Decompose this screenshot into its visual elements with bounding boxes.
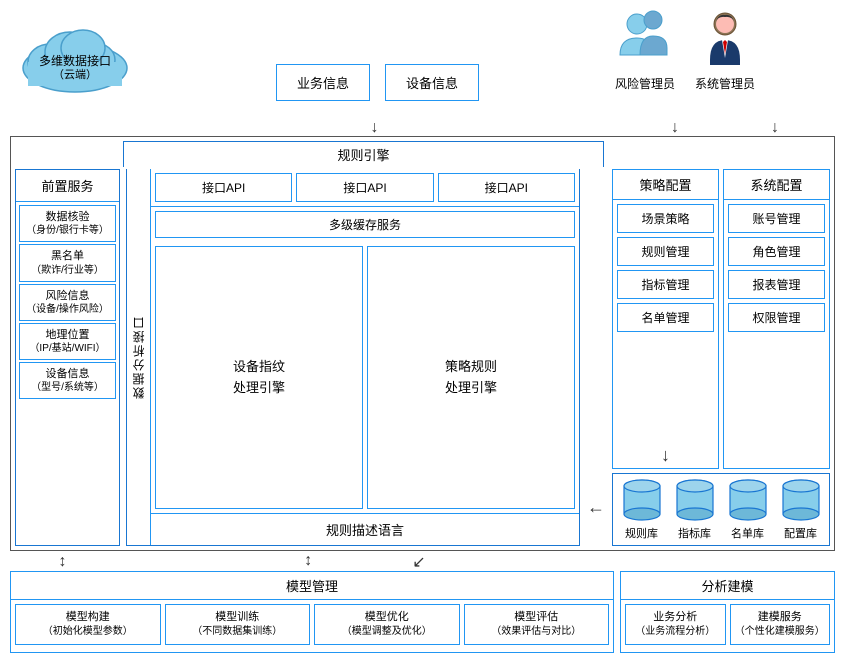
- strategy-item-0: 场景策略: [617, 204, 714, 233]
- system-config: 系统配置 账号管理 角色管理 报表管理 权限管理: [723, 169, 830, 469]
- api-box-0: 接口API: [155, 173, 292, 202]
- system-item-3: 权限管理: [728, 303, 825, 332]
- rule-engine-content: 接口API 接口API 接口API 多级缓存服务: [151, 169, 579, 545]
- rule-engine-area: 规则引擎: [123, 141, 604, 167]
- model-mgmt-title: 模型管理: [11, 572, 613, 600]
- db-label-1: 指标库: [678, 525, 711, 541]
- api-box-1: 接口API: [296, 173, 433, 202]
- model-mgmt: 模型管理 模型构建 （初始化模型参数） 模型训练 （不同数据集训练） 模型优化 …: [10, 571, 614, 653]
- service-item-2: 风险信息 （设备/操作风险）: [19, 284, 116, 321]
- front-service-panel: 前置服务 数据核验 （身份/银行卡等） 黑名单 （欺诈/行业等） 风险信息: [15, 169, 120, 546]
- admins-area: 风险管理员: [615, 10, 835, 92]
- model-item-1: 模型训练 （不同数据集训练）: [165, 604, 311, 645]
- risk-admin-icon: [615, 10, 675, 75]
- strategy-engine-box: 策略规则处理引擎: [367, 246, 575, 509]
- strategy-config-title: 策略配置: [613, 170, 718, 200]
- right-section: 策略配置 场景策略 规则管理 指标管理 名单管理 ↓: [612, 169, 830, 546]
- system-admin-icon: [700, 10, 750, 75]
- system-item-1: 角色管理: [728, 237, 825, 266]
- rule-engine-title: 规则引擎: [123, 141, 604, 167]
- database-row: 规则库 指标库: [612, 473, 830, 546]
- service-item-1: 黑名单 （欺诈/行业等）: [19, 244, 116, 281]
- model-item-0: 模型构建 （初始化模型参数）: [15, 604, 161, 645]
- center-right-arrow: ←: [586, 169, 606, 546]
- service-item-4: 设备信息 （型号/系统等）: [19, 362, 116, 399]
- system-admin: 系统管理员: [695, 10, 755, 92]
- cache-service-box: 多级缓存服务: [155, 211, 575, 238]
- db-cylinder-0: [621, 478, 663, 523]
- cloud-icon: 多维数据接口 （云端）: [15, 10, 135, 95]
- strategy-config-items: 场景策略 规则管理 指标管理 名单管理: [613, 200, 718, 443]
- rule-dsl-box: 规则描述语言: [151, 513, 579, 545]
- system-item-2: 报表管理: [728, 270, 825, 299]
- strategy-config: 策略配置 场景策略 规则管理 指标管理 名单管理 ↓: [612, 169, 719, 469]
- engines-row: 设备指纹处理引擎 策略规则处理引擎: [151, 242, 579, 513]
- strategy-item-1: 规则管理: [617, 237, 714, 266]
- db-cylinder-3: [780, 478, 822, 523]
- model-items: 模型构建 （初始化模型参数） 模型训练 （不同数据集训练） 模型优化 （模型调整…: [11, 600, 613, 649]
- api-box-2: 接口API: [438, 173, 575, 202]
- info-area: 业务信息 设备信息: [150, 10, 605, 120]
- system-config-title: 系统配置: [724, 170, 829, 200]
- main-arch: 规则引擎 前置服务 数据核验 （身份/银行卡等）: [10, 136, 835, 551]
- db-item-0: 规则库: [621, 478, 663, 541]
- mid-bottom-arrows: ↕ ↕ ↙: [10, 553, 835, 571]
- bottom-section: 模型管理 模型构建 （初始化模型参数） 模型训练 （不同数据集训练） 模型优化 …: [10, 571, 835, 653]
- db-label-3: 配置库: [784, 525, 817, 541]
- config-panels: 策略配置 场景策略 规则管理 指标管理 名单管理 ↓: [612, 169, 830, 469]
- top-arrows: ↓ ↓ ↓: [140, 120, 835, 136]
- db-label-0: 规则库: [625, 525, 658, 541]
- db-cylinder-2: [727, 478, 769, 523]
- front-service-items: 数据核验 （身份/银行卡等） 黑名单 （欺诈/行业等） 风险信息 （设备/操作风…: [16, 202, 119, 545]
- model-item-2: 模型优化 （模型调整及优化）: [314, 604, 460, 645]
- analysis-modeling: 分析建模 业务分析 （业务流程分析） 建模服务 （个性化建模服务）: [620, 571, 835, 653]
- model-item-3: 模型评估 （效果评估与对比）: [464, 604, 610, 645]
- strategy-down-arrow: ↓: [613, 443, 718, 468]
- center-panel: 数据分析接口 接口API 接口API: [126, 169, 580, 546]
- db-item-2: 名单库: [727, 478, 769, 541]
- strategy-item-3: 名单管理: [617, 303, 714, 332]
- front-service-title: 前置服务: [16, 170, 119, 202]
- db-label-2: 名单库: [731, 525, 764, 541]
- service-item-0: 数据核验 （身份/银行卡等）: [19, 205, 116, 242]
- analysis-items: 业务分析 （业务流程分析） 建模服务 （个性化建模服务）: [621, 600, 834, 649]
- data-interface-label: 数据分析接口: [127, 169, 151, 545]
- device-info-box: 设备信息: [385, 64, 479, 101]
- device-engine-box: 设备指纹处理引擎: [155, 246, 363, 509]
- analysis-title: 分析建模: [621, 572, 834, 600]
- db-item-1: 指标库: [674, 478, 716, 541]
- business-info-box: 业务信息: [276, 64, 370, 101]
- system-config-items: 账号管理 角色管理 报表管理 权限管理: [724, 200, 829, 442]
- strategy-item-2: 指标管理: [617, 270, 714, 299]
- risk-admin: 风险管理员: [615, 10, 675, 92]
- core-middle: 前置服务 数据核验 （身份/银行卡等） 黑名单 （欺诈/行业等） 风险信息: [15, 169, 830, 546]
- system-item-0: 账号管理: [728, 204, 825, 233]
- db-cylinder-1: [674, 478, 716, 523]
- risk-admin-label: 风险管理员: [615, 75, 675, 92]
- db-item-3: 配置库: [780, 478, 822, 541]
- analysis-item-0: 业务分析 （业务流程分析）: [625, 604, 726, 645]
- cloud-section: 多维数据接口 （云端）: [10, 10, 140, 95]
- cloud-sublabel: （云端）: [53, 68, 97, 81]
- cloud-label: 多维数据接口: [39, 53, 111, 68]
- system-admin-label: 系统管理员: [695, 75, 755, 92]
- api-row: 接口API 接口API 接口API: [151, 169, 579, 207]
- service-item-3: 地理位置 （IP/基站/WIFI）: [19, 323, 116, 360]
- analysis-item-1: 建模服务 （个性化建模服务）: [730, 604, 831, 645]
